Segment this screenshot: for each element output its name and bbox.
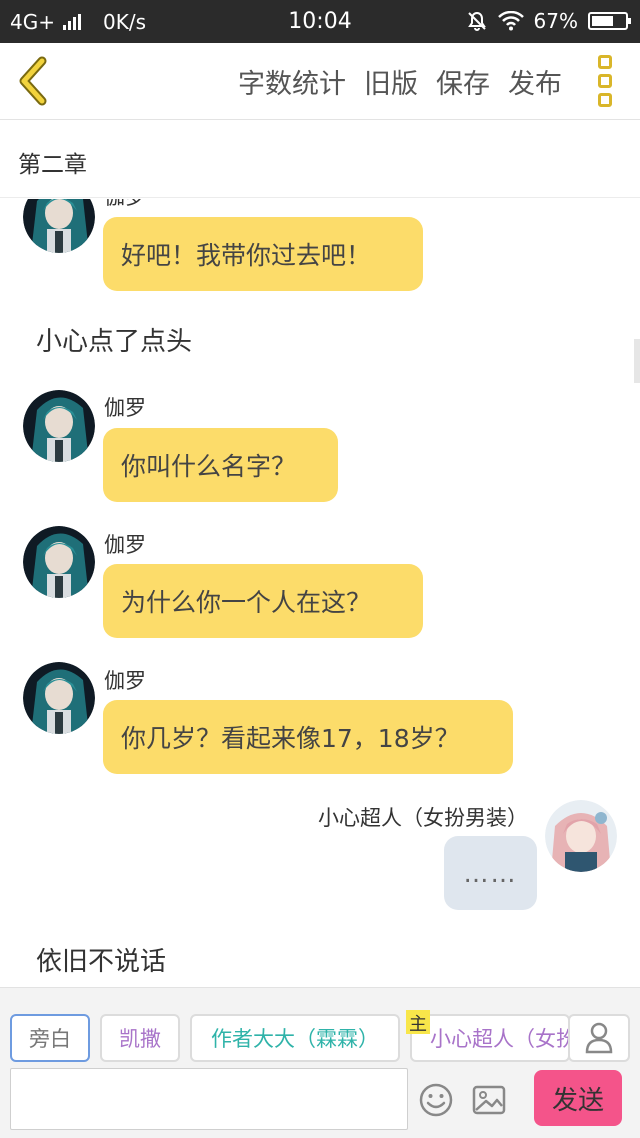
avatar[interactable] [23, 526, 95, 598]
avatar[interactable] [545, 800, 617, 872]
sender-name: 伽罗 [104, 199, 146, 211]
send-button[interactable]: 发送 [534, 1070, 622, 1126]
host-badge: 主 [406, 1010, 430, 1035]
sender-name: 小心超人（女扮男装） [318, 806, 528, 830]
word-count-button[interactable]: 字数统计 [238, 62, 346, 101]
save-button[interactable]: 保存 [436, 62, 490, 101]
emoji-icon[interactable] [418, 1082, 454, 1118]
sender-name: 伽罗 [104, 533, 146, 557]
role-chip-narrator[interactable]: 旁白 [10, 1014, 90, 1062]
status-bar: 4G+ 0K/s 10:04 67% [0, 0, 640, 43]
narration-text[interactable]: 依旧不说话 [36, 941, 166, 978]
role-chip[interactable]: 凯撒 [100, 1014, 180, 1062]
message-input[interactable] [10, 1068, 408, 1130]
message-bubble[interactable]: 你叫什么名字？ [103, 428, 338, 502]
avatar[interactable] [23, 199, 95, 253]
message-bubble[interactable]: 为什么你一个人在这？ [103, 564, 423, 638]
wifi-icon [497, 11, 524, 31]
role-selector: 旁白 凯撒 作者大大（霖霖） 小心超人（女扮男装） 主 [0, 1010, 640, 1064]
publish-button[interactable]: 发布 [508, 62, 562, 101]
mute-bell-icon [467, 11, 486, 31]
character-manage-button[interactable] [568, 1014, 630, 1062]
message-bubble[interactable]: 你几岁？看起来像17，18岁？ [103, 700, 513, 774]
sender-name: 伽罗 [104, 669, 146, 693]
old-version-button[interactable]: 旧版 [364, 62, 418, 101]
role-chip[interactable]: 小心超人（女扮男装） [410, 1014, 570, 1062]
compose-bar: 旁白 凯撒 作者大大（霖霖） 小心超人（女扮男装） 主 发送 [0, 987, 640, 1138]
narration-text[interactable]: 小心点了点头 [36, 321, 192, 358]
avatar[interactable] [23, 662, 95, 734]
chapter-title: 第二章 [18, 152, 87, 178]
editor-header: 字数统计 旧版 保存 发布 [0, 43, 640, 120]
person-icon [585, 1022, 613, 1054]
image-icon[interactable] [471, 1082, 507, 1118]
message-bubble[interactable]: 好吧！我带你过去吧！ [103, 217, 423, 291]
battery-percent: 67% [533, 9, 578, 33]
more-menu-icon[interactable] [594, 55, 616, 107]
message-bubble[interactable]: …… [444, 836, 537, 910]
role-chip-author[interactable]: 作者大大（霖霖） [190, 1014, 400, 1062]
sender-name: 伽罗 [104, 396, 146, 420]
avatar[interactable] [23, 390, 95, 462]
back-arrow-icon[interactable] [14, 55, 54, 107]
scrollbar[interactable] [634, 339, 640, 383]
header-actions: 字数统计 旧版 保存 发布 [238, 43, 562, 120]
chapter-title-bar[interactable]: 第二章 [0, 121, 640, 198]
battery-icon [588, 12, 631, 30]
story-content[interactable]: 伽罗 好吧！我带你过去吧！ 小心点了点头 伽罗 你叫什么名字？ 伽罗 为什么你一… [0, 199, 640, 987]
